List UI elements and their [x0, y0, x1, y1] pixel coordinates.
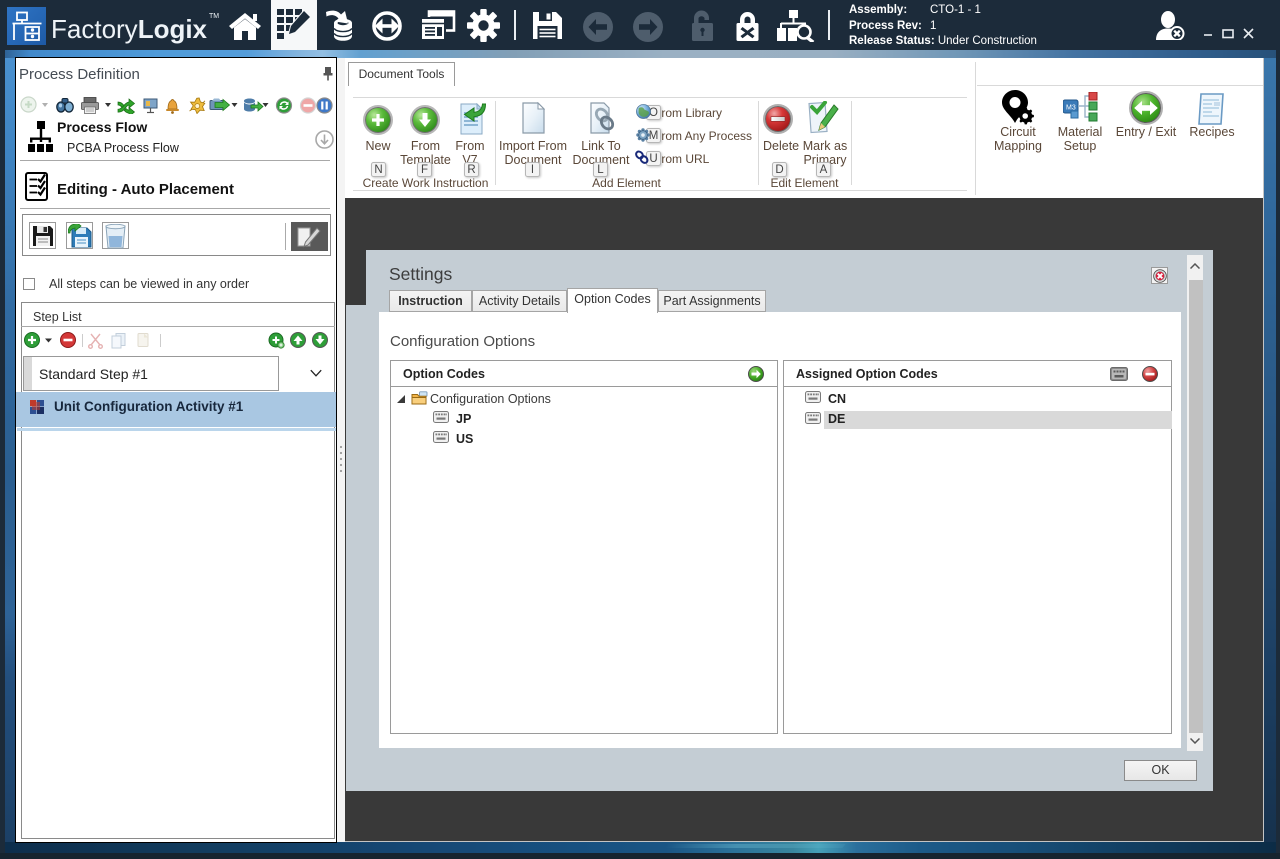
svg-text:M3: M3: [1066, 105, 1076, 112]
